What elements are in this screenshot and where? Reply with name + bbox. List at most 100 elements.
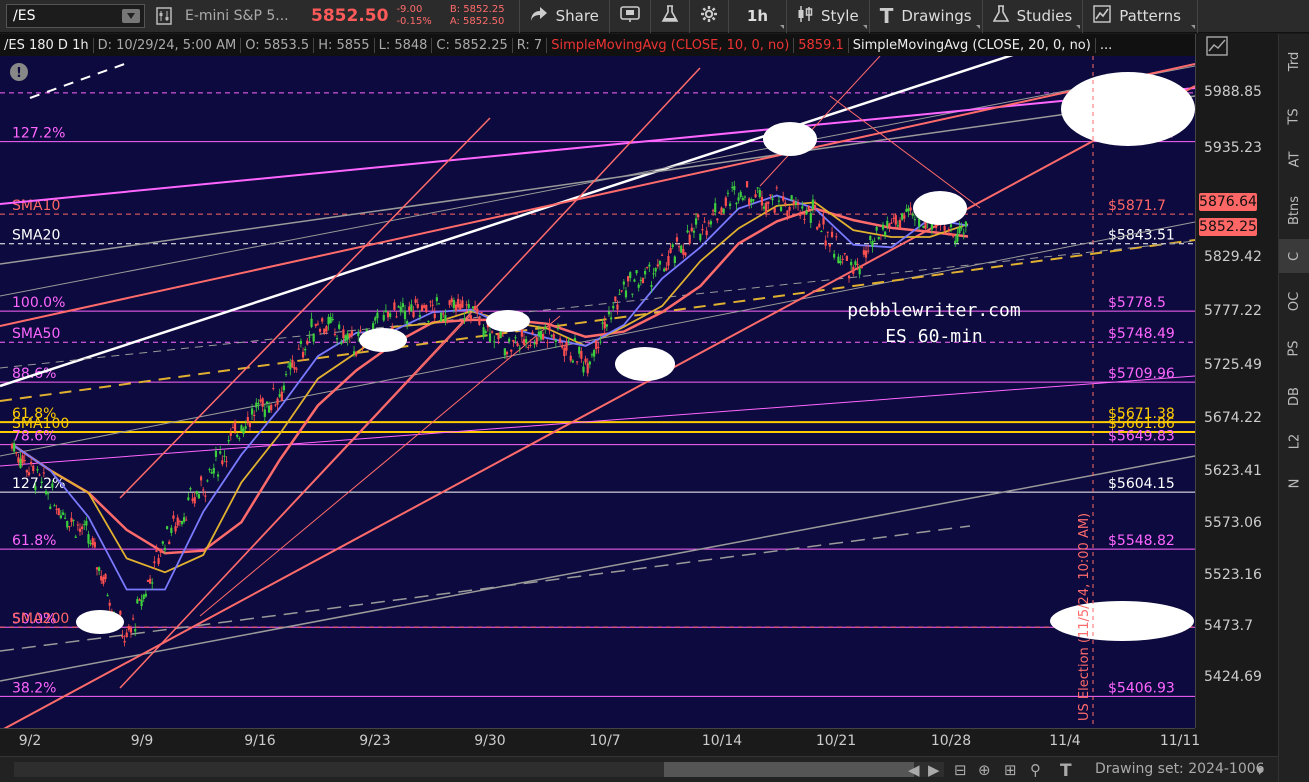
candle-body (792, 200, 795, 206)
candle-body (437, 303, 441, 305)
chart-scrollbar[interactable] (14, 762, 944, 777)
candle-body (284, 374, 288, 376)
sma10-study-label[interactable]: SimpleMovingAvg (CLOSE, 10, 0, no) (547, 37, 795, 53)
settings-button[interactable] (688, 0, 728, 33)
candle-body (401, 303, 404, 308)
side-tab-btns[interactable]: Btns (1279, 193, 1309, 227)
side-tab-ts[interactable]: TS (1279, 99, 1309, 133)
price-tick-label: 5674.22 (1204, 410, 1262, 427)
side-tab-n[interactable]: N (1279, 466, 1309, 500)
symbol-selector[interactable]: /ES (6, 4, 145, 28)
candle-body (47, 493, 50, 495)
candle-body (106, 595, 109, 597)
candle-body (32, 465, 35, 472)
candle-body (355, 351, 358, 356)
more-studies[interactable]: ... (1096, 38, 1116, 53)
scrollbar-thumb[interactable] (664, 762, 914, 777)
chart-canvas[interactable]: 127.2%$5942.04SMA10$5871.7SMA20$5843.511… (0, 56, 1195, 728)
candle-body (382, 314, 385, 321)
candle-body (482, 327, 485, 338)
candle-body (735, 202, 738, 205)
side-tab-oc[interactable]: OC (1279, 284, 1309, 318)
flag-icon (620, 5, 640, 27)
studies-button[interactable]: Studies (981, 0, 1083, 33)
candle-body (155, 550, 158, 553)
candle-body (278, 394, 281, 397)
chevron-down-icon[interactable] (122, 9, 140, 23)
candle-body (890, 222, 893, 224)
candle-body (694, 218, 698, 225)
bar-low: L: 5848 (375, 37, 433, 53)
zoom-out-icon[interactable]: ⊟ (954, 761, 967, 779)
candle-body (930, 223, 933, 230)
date-axis[interactable]: 9/2 9/9 9/16 9/23 9/30 10/7 10/14 10/21 10/28 11/… (0, 728, 1200, 756)
candle-body (643, 270, 647, 275)
candle-body (580, 351, 583, 359)
scroll-right-icon[interactable]: ▶ (928, 761, 940, 779)
candle-body (272, 387, 275, 389)
magnifier-icon[interactable]: ⚲ (1030, 761, 1041, 779)
chevron-down-icon[interactable]: ▾ (1256, 761, 1264, 779)
candle-body (958, 227, 961, 234)
share-button[interactable]: Share (518, 0, 609, 33)
style-button[interactable]: Style (786, 0, 869, 33)
candle-body (646, 266, 649, 268)
candle-body (588, 361, 591, 365)
candle-body (790, 195, 793, 200)
candle-body (270, 404, 273, 411)
trend-line (0, 525, 971, 652)
drawing-set-label[interactable]: Drawing set: 2024-1006 (1095, 761, 1265, 777)
candle-body (140, 599, 143, 607)
scroll-left-icon[interactable]: ◀ (908, 761, 920, 779)
candle-body (348, 333, 351, 338)
flag-button[interactable] (608, 0, 650, 33)
candle-body (102, 576, 105, 584)
highlight-ellipse (1061, 72, 1195, 146)
sliders-icon[interactable] (153, 5, 175, 27)
price-chart[interactable]: 127.2%$5942.04SMA10$5871.7SMA20$5843.511… (0, 56, 1195, 728)
patterns-button[interactable]: Patterns (1082, 0, 1198, 33)
side-tab-ps[interactable]: PS (1279, 331, 1309, 365)
candle-body (709, 221, 713, 225)
price-axis[interactable]: 5988.85 5935.23 5829.42 5777.22 5725.49 5674.… (1195, 34, 1278, 728)
date-tick-label: 9/23 (359, 733, 391, 749)
sma20-study-label[interactable]: SimpleMovingAvg (CLOSE, 20, 0, no) (849, 37, 1096, 53)
candle-body (435, 297, 438, 302)
candle-body (127, 626, 130, 630)
candle-body (886, 220, 889, 227)
side-tab-l2[interactable]: L2 (1279, 424, 1309, 458)
candle-body (650, 285, 653, 287)
candle-body (386, 311, 390, 318)
zoom-in-icon[interactable]: ⊞ (1004, 761, 1017, 779)
candle-body (461, 300, 464, 308)
side-tab-db[interactable]: DB (1279, 379, 1309, 413)
date-tick-label: 10/28 (930, 733, 972, 749)
side-tab-trd[interactable]: Trd (1279, 44, 1309, 78)
candle-body (236, 434, 239, 437)
chart-period[interactable]: /ES 180 D 1h (0, 37, 94, 53)
candle-body (480, 312, 483, 314)
candle-body (465, 304, 468, 306)
side-tab-at[interactable]: AT (1279, 142, 1309, 176)
candle-body (352, 351, 356, 354)
candle-body (947, 229, 950, 231)
candle-body (794, 202, 798, 205)
timeframe-button[interactable]: 1h (727, 0, 786, 33)
text-tool-icon[interactable]: T (1060, 761, 1072, 781)
flask-button[interactable] (649, 0, 689, 33)
candles-icon (797, 5, 813, 27)
symbol-text: /ES (13, 8, 36, 24)
side-tab-c[interactable]: C (1279, 239, 1309, 273)
candle-body (306, 340, 309, 345)
candle-body (157, 558, 160, 564)
crosshair-icon[interactable]: ⊕ (978, 761, 991, 779)
candle-body (845, 256, 849, 262)
side-tab-label: L2 (1286, 433, 1302, 449)
zoom-icon[interactable] (1206, 36, 1230, 56)
candle-body (762, 206, 766, 209)
candle-body (847, 275, 851, 279)
drawings-button[interactable]: T Drawings (868, 0, 982, 33)
level-value: $5649.83 (1108, 429, 1175, 445)
candle-body (769, 194, 772, 196)
candle-body (42, 472, 45, 474)
